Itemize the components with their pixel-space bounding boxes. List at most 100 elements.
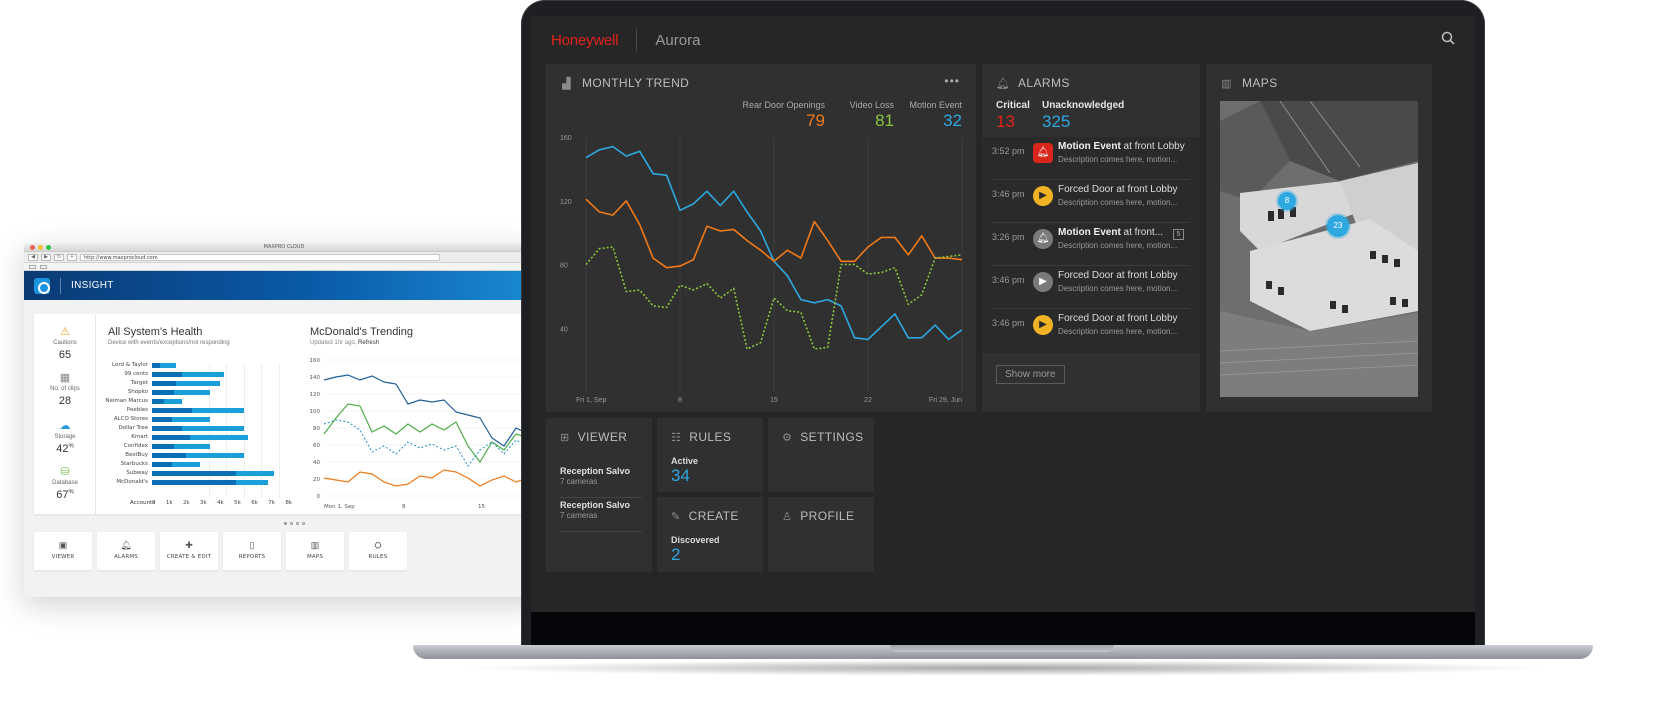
- stat-clips[interactable]: ▦ No. of clips 28: [34, 372, 96, 407]
- tile-create-edit[interactable]: ✚ CREATE & EDIT: [160, 532, 218, 570]
- tile-viewer[interactable]: ▣ VIEWER: [34, 532, 92, 570]
- reload-button[interactable]: ↻: [54, 253, 64, 261]
- health-bar-row[interactable]: Dollar Tree: [108, 425, 298, 432]
- alarm-title: Forced Door at front Lobby: [1058, 270, 1178, 281]
- back-button[interactable]: ◀: [28, 253, 38, 261]
- viewer-tile[interactable]: ⊞ VIEWER Reception Salvo 7 cameras Recept…: [546, 418, 652, 572]
- alarm-description: Description comes here, motion...: [1058, 241, 1178, 250]
- trend-line-blue: [323, 374, 534, 447]
- health-bar-row[interactable]: Subway: [108, 470, 298, 477]
- create-tile[interactable]: ✎ CREATE Discovered 2: [657, 497, 763, 572]
- grid-icon[interactable]: [40, 264, 47, 269]
- laptop-shadow: [460, 660, 1550, 676]
- alarm-time: 3:46 pm: [992, 189, 1025, 199]
- floor-plan-map[interactable]: 8 23: [1220, 101, 1418, 397]
- tile-alarms[interactable]: 🔔︎ ALARMS: [97, 532, 155, 570]
- kpi-label: Critical: [996, 100, 1030, 111]
- alarms-panel: 🔔︎ ALARMS Critical 13 Unacknowledged 325…: [982, 64, 1200, 412]
- alarm-count-badge: 5: [1173, 229, 1184, 240]
- monthly-trend-chart: 40 80 120 160 Fri 1, Sep 8 15 22 Fri 29, Jun: [560, 135, 963, 404]
- alarm-item[interactable]: 3:26 pm 🔔︎ Motion Event at front... Desc…: [992, 223, 1190, 266]
- health-bar-row[interactable]: Peebles: [108, 407, 298, 414]
- tile-reports[interactable]: ▯ REPORTS: [223, 532, 281, 570]
- health-bar-row[interactable]: Kmart: [108, 434, 298, 441]
- tile-label: CREATE & EDIT: [166, 554, 212, 560]
- unacknowledged-count[interactable]: Unacknowledged 325: [1042, 100, 1124, 132]
- tile-label: REPORTS: [238, 554, 266, 560]
- health-bar-row[interactable]: McDonald's: [108, 479, 298, 486]
- bookmarks-icon[interactable]: [29, 264, 36, 269]
- trending-title: McDonald's Trending: [310, 326, 413, 338]
- health-bar-row[interactable]: Starbucks: [108, 461, 298, 468]
- map-marker[interactable]: 8: [1278, 192, 1296, 210]
- settings-header: ⚙ SETTINGS: [782, 430, 863, 444]
- x-tick-label: Fri 29, Jun: [929, 397, 962, 404]
- trend-line-green: [323, 403, 534, 464]
- x-tick-label: 22: [864, 397, 872, 404]
- alarm-description: Description comes here, motion...: [1058, 155, 1178, 164]
- tile-maps[interactable]: ▥ MAPS: [286, 532, 344, 570]
- health-bar-row[interactable]: Shopko: [108, 389, 298, 396]
- settings-tile[interactable]: ⚙ SETTINGS: [768, 418, 874, 492]
- health-bar-row[interactable]: Lord & Taylor: [108, 362, 298, 369]
- y-tick-label: 80: [313, 426, 320, 432]
- viewer-salvo-item[interactable]: Reception Salvo 7 cameras: [560, 466, 642, 498]
- y-tick-label: 40: [560, 326, 568, 333]
- forward-button[interactable]: ▶: [41, 253, 51, 261]
- map-icon: ▥: [1221, 77, 1232, 90]
- monthly-trend-panel: ▟ MONTHLY TREND ••• Rear Door Openings 7…: [546, 64, 976, 412]
- alarm-item[interactable]: 3:46 pm ▶ Forced Door at front Lobby Des…: [992, 266, 1190, 309]
- alarm-item[interactable]: 3:46 pm ▶ Forced Door at front Lobby Des…: [992, 180, 1190, 223]
- rules-tile[interactable]: ☷ RULES Active 34: [657, 418, 763, 492]
- x-tick-label: Mon 1, Sep: [324, 504, 355, 510]
- stat-value: 67%: [56, 489, 74, 501]
- rules-icon: ⛭: [374, 540, 382, 550]
- health-bar-row[interactable]: 99 cents: [108, 371, 298, 378]
- new-tab-button[interactable]: +: [67, 253, 77, 261]
- stat-storage[interactable]: ☁ Storage 42%: [34, 420, 96, 455]
- profile-header: ♙ PROFILE: [782, 509, 854, 523]
- quick-tiles: ▣ VIEWER 🔔︎ ALARMS ✚ CREATE & EDIT ▯ REPORTS…: [34, 532, 407, 570]
- profile-tile[interactable]: ♙ PROFILE: [768, 497, 874, 572]
- carousel-pager[interactable]: [284, 522, 305, 525]
- health-bar-row[interactable]: Target: [108, 380, 298, 387]
- floor-plan-drawing: [1220, 101, 1418, 397]
- brand-logo[interactable]: Honeywell: [551, 32, 619, 49]
- y-tick-label: 120: [560, 199, 572, 206]
- show-more-button[interactable]: Show more: [996, 365, 1065, 384]
- bookmarks-bar: [24, 263, 544, 271]
- health-bar-row[interactable]: Confidex: [108, 443, 298, 450]
- maps-panel: ▥ MAPS 8 23: [1206, 64, 1432, 412]
- stat-database[interactable]: ⛁ Database 67%: [34, 466, 96, 501]
- sliders-icon: ☷: [671, 431, 682, 444]
- tick-label: 5k: [234, 500, 241, 506]
- tick-label: 2k: [182, 500, 190, 506]
- tick-label: 6k: [251, 500, 258, 506]
- alarm-item[interactable]: 3:52 pm 🔔︎ Motion Event at front Lobby D…: [992, 137, 1190, 180]
- viewer-salvo-item[interactable]: Reception Salvo 7 cameras: [560, 500, 642, 532]
- y-tick-label: 120: [310, 392, 320, 398]
- stat-cautions[interactable]: ⚠ Cautions 65: [34, 326, 96, 361]
- stat-value: 28: [58, 395, 72, 407]
- health-bar-row[interactable]: ALCO Stores: [108, 416, 298, 423]
- refresh-link[interactable]: Refresh: [358, 340, 379, 346]
- tile-rules[interactable]: ⛭ RULES: [349, 532, 407, 570]
- warning-icon: ⚠: [60, 326, 70, 338]
- door-alarm-icon: ▶: [1033, 186, 1053, 206]
- y-tick-label: 80: [560, 263, 568, 270]
- insight-body: ⚠ Cautions 65 ▦ No. of clips 28 ☁ Storag…: [24, 300, 544, 597]
- trending-chart: 160 140 120 100 80 60 40 20 0 Mon 1, Sep…: [310, 358, 534, 510]
- health-bar-row[interactable]: BestBuy: [108, 452, 298, 459]
- health-bar-row[interactable]: Neiman Marcus: [105, 398, 298, 405]
- y-tick-label: 140: [310, 375, 320, 381]
- tick-label: 8k: [285, 500, 292, 506]
- map-marker[interactable]: 23: [1327, 215, 1349, 237]
- critical-count[interactable]: Critical 13: [996, 100, 1030, 132]
- alarm-item[interactable]: 3:46 pm ▶ Forced Door at front Lobby Des…: [992, 309, 1190, 352]
- stat-label: Database: [52, 480, 78, 486]
- x-tick-label: 15: [478, 504, 485, 510]
- insight-logo-icon[interactable]: [34, 277, 50, 294]
- tick-label: 7k: [268, 500, 275, 506]
- address-bar[interactable]: http://www.maxprocloud.com: [80, 253, 440, 261]
- search-icon[interactable]: [1441, 31, 1455, 45]
